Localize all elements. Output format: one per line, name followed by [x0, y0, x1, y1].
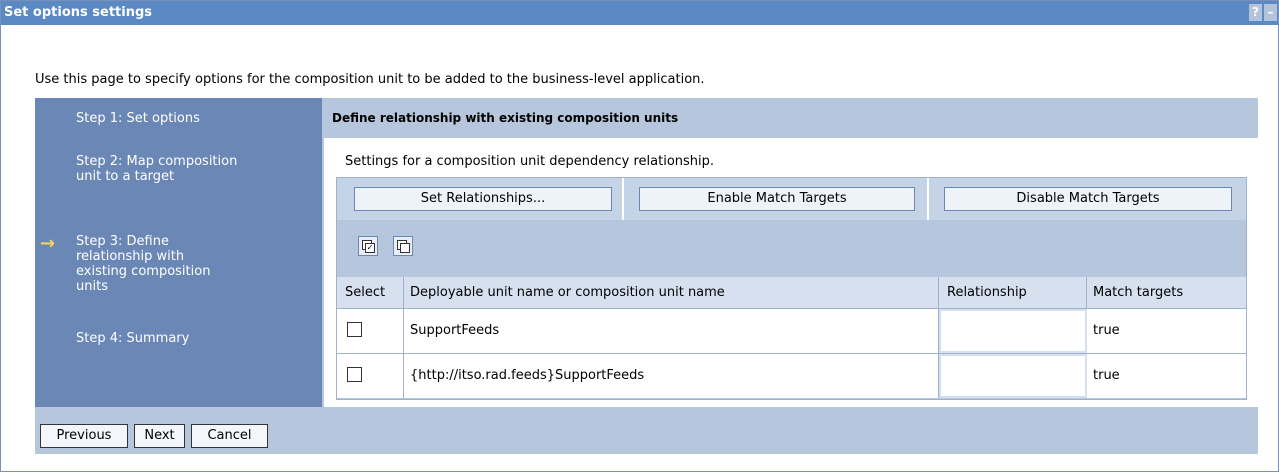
next-button[interactable]: Next	[134, 424, 185, 448]
column-match-targets: Match targets	[1093, 285, 1184, 300]
disable-match-targets-button[interactable]: Disable Match Targets	[944, 187, 1232, 211]
table-row: SupportFeeds true	[337, 308, 1246, 353]
intro-text: Use this page to specify options for the…	[35, 72, 705, 87]
table-row: {http://itso.rad.feeds}SupportFeeds true	[337, 353, 1246, 398]
deselect-all-icon[interactable]	[393, 236, 413, 256]
step-4[interactable]: Step 4: Summary	[76, 331, 251, 346]
wizard: Step 1: Set options Step 2: Map composit…	[35, 98, 1258, 454]
settings-description: Settings for a composition unit dependen…	[345, 154, 715, 169]
cancel-button[interactable]: Cancel	[191, 424, 268, 448]
step-2[interactable]: Step 2: Map composition unit to a target	[76, 154, 251, 184]
row-relationship[interactable]	[939, 354, 1087, 398]
row-select-checkbox[interactable]	[347, 322, 362, 337]
row-match-targets: true	[1093, 368, 1120, 383]
row-name: SupportFeeds	[404, 309, 939, 353]
help-button[interactable]: ?	[1249, 4, 1262, 21]
title-bar: Set options settings ? –	[1, 1, 1278, 25]
current-step-arrow-icon: →	[40, 233, 56, 254]
content-header: Define relationship with existing compos…	[324, 98, 1258, 138]
select-all-icon[interactable]: ✓	[358, 236, 378, 256]
row-relationship[interactable]	[939, 309, 1087, 353]
step-content: Define relationship with existing compos…	[324, 98, 1258, 407]
previous-button[interactable]: Previous	[40, 424, 128, 448]
step-1[interactable]: Step 1: Set options	[76, 111, 251, 126]
window-title: Set options settings	[4, 5, 153, 20]
table-icon-bar: ✓	[337, 222, 1246, 275]
enable-match-targets-button[interactable]: Enable Match Targets	[639, 187, 915, 211]
set-relationships-button[interactable]: Set Relationships...	[354, 187, 612, 211]
row-match-targets: true	[1093, 323, 1120, 338]
wizard-steps: Step 1: Set options Step 2: Map composit…	[35, 98, 322, 407]
table-header: Select Deployable unit name or compositi…	[337, 277, 1246, 308]
row-select-checkbox[interactable]	[347, 367, 362, 382]
settings-panel: Set options settings ? – Use this page t…	[0, 0, 1279, 472]
wizard-footer: Previous Next Cancel	[35, 416, 1258, 454]
minimize-button[interactable]: –	[1264, 4, 1277, 21]
column-relationship: Relationship	[939, 277, 1087, 308]
row-name: {http://itso.rad.feeds}SupportFeeds	[404, 354, 939, 398]
relationship-table: Set Relationships... Enable Match Target…	[336, 177, 1247, 400]
column-name: Deployable unit name or composition unit…	[404, 277, 939, 308]
step-3[interactable]: Step 3: Define relationship with existin…	[76, 234, 226, 294]
column-select: Select	[337, 277, 404, 308]
